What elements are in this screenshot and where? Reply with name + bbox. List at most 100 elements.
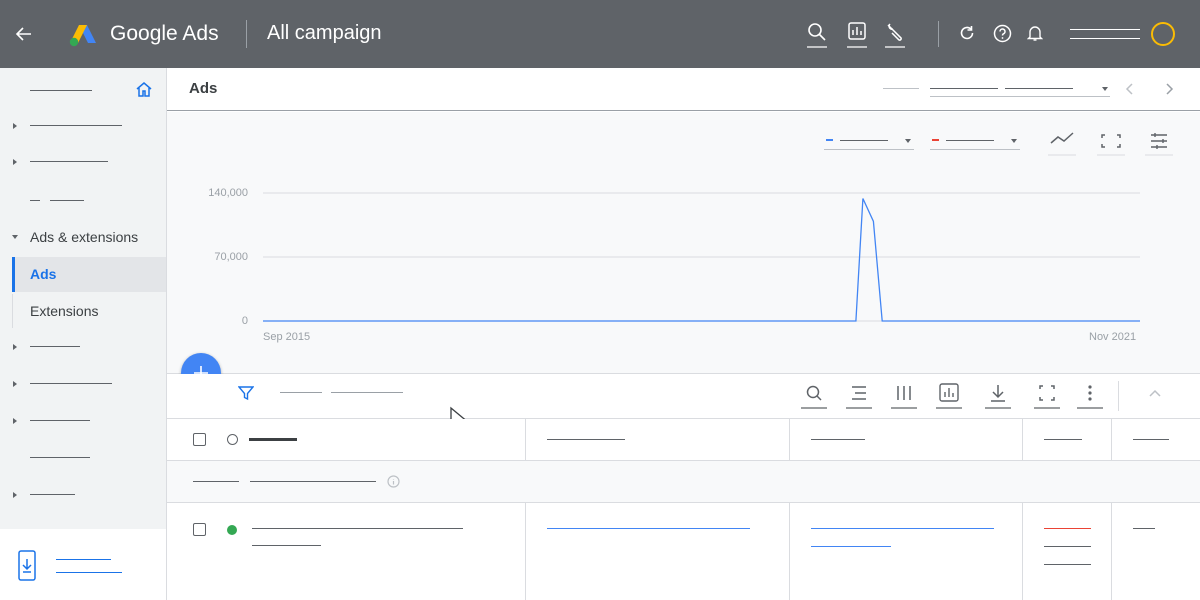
dropdown-arrow-icon: [905, 139, 911, 143]
download-icon[interactable]: [985, 383, 1011, 409]
filter-placeholder[interactable]: [331, 392, 403, 393]
home-icon[interactable]: [135, 81, 153, 98]
more-options-icon[interactable]: [1077, 383, 1103, 409]
filter-icon[interactable]: [238, 385, 254, 401]
chevron-up-icon[interactable]: [1148, 387, 1162, 399]
series-line-blue: [263, 199, 1140, 322]
table-toolbar: [167, 374, 1200, 419]
mobile-app-download-icon[interactable]: [17, 550, 37, 582]
info-icon[interactable]: [387, 475, 400, 488]
top-bar: Google Ads All campaign: [0, 0, 1200, 68]
y-tick-label: 140,000: [167, 187, 248, 199]
expand-chart-icon[interactable]: [1097, 130, 1125, 156]
sidebar-item-placeholder[interactable]: [30, 494, 75, 495]
metric-name-placeholder: [840, 140, 888, 141]
table-row[interactable]: [167, 503, 1200, 600]
sidebar-item-placeholder[interactable]: [50, 200, 84, 201]
segment-icon[interactable]: [846, 383, 872, 409]
app-link-placeholder[interactable]: [56, 559, 111, 560]
sidebar-item-placeholder[interactable]: [30, 346, 80, 347]
select-all-checkbox[interactable]: [193, 433, 206, 446]
x-tick-label: Nov 2021: [1089, 331, 1136, 343]
date-range-placeholder[interactable]: [1005, 88, 1073, 89]
expand-arrow-icon[interactable]: [13, 418, 17, 424]
toolbar-divider: [1118, 381, 1119, 411]
expand-arrow-icon[interactable]: [13, 381, 17, 387]
ad-link-placeholder[interactable]: [811, 528, 994, 529]
google-ads-logo: [69, 23, 97, 47]
wrench-icon[interactable]: [885, 22, 905, 48]
page-header: Ads: [167, 68, 1200, 111]
filter-placeholder[interactable]: [280, 392, 322, 393]
ad-text-placeholder[interactable]: [252, 528, 463, 529]
search-icon[interactable]: [801, 383, 827, 409]
sidebar-item-placeholder[interactable]: [30, 161, 108, 162]
header-divider: [246, 20, 247, 48]
status-enabled-dot[interactable]: [227, 525, 237, 535]
expand-arrow-icon[interactable]: [13, 123, 17, 129]
sidebar-item-placeholder[interactable]: [30, 457, 90, 458]
page-title: Ads: [189, 80, 217, 97]
chevron-right-icon[interactable]: [1163, 82, 1175, 96]
refresh-icon[interactable]: [958, 24, 976, 42]
brand-name: Google Ads: [110, 22, 219, 46]
sidebar-item-ads[interactable]: Ads: [12, 257, 166, 292]
status-placeholder: [1044, 564, 1091, 565]
total-label-placeholder: [193, 481, 239, 482]
y-tick-label: 70,000: [167, 251, 248, 263]
value-placeholder: [1133, 528, 1155, 529]
ad-link-placeholder[interactable]: [547, 528, 750, 529]
sidebar: Ads & extensions Ads Extensions: [0, 68, 166, 529]
expand-arrow-icon[interactable]: [13, 492, 17, 498]
sidebar-item-placeholder[interactable]: [30, 90, 92, 91]
sidebar-item-placeholder[interactable]: [30, 420, 90, 421]
account-name-placeholder[interactable]: [1070, 29, 1140, 39]
column-header[interactable]: [547, 439, 625, 440]
row-checkbox[interactable]: [193, 523, 206, 536]
chart-settings-icon[interactable]: [1145, 130, 1173, 156]
expand-arrow-icon[interactable]: [13, 344, 17, 350]
page-context-title[interactable]: All campaign: [267, 22, 382, 45]
sidebar-section-ads-extensions[interactable]: Ads & extensions: [30, 229, 138, 245]
chart-type-line-icon[interactable]: [1048, 130, 1076, 156]
total-label-placeholder: [250, 481, 376, 482]
series-color-swatch: [826, 139, 833, 141]
back-arrow-icon[interactable]: [14, 24, 34, 44]
expand-table-icon[interactable]: [1034, 383, 1060, 409]
chevron-left-icon[interactable]: [1124, 82, 1136, 96]
collapse-arrow-icon[interactable]: [12, 235, 18, 239]
date-range-underline[interactable]: [930, 96, 1110, 97]
line-chart: [263, 187, 1140, 327]
table-header-row: [167, 419, 1200, 460]
sidebar-footer: [0, 529, 166, 600]
metric-selector-blue[interactable]: [824, 132, 914, 150]
date-range-placeholder: [883, 88, 919, 89]
column-header[interactable]: [811, 439, 865, 440]
avatar[interactable]: [1151, 22, 1175, 46]
columns-icon[interactable]: [891, 383, 917, 409]
column-header-ad[interactable]: [249, 438, 297, 441]
sidebar-item-placeholder[interactable]: [30, 200, 40, 201]
sidebar-item-placeholder[interactable]: [30, 383, 112, 384]
sidebar-item-label: Ads: [30, 266, 56, 282]
ad-link-placeholder[interactable]: [811, 546, 891, 547]
column-header[interactable]: [1044, 439, 1082, 440]
reports-icon[interactable]: [847, 22, 867, 48]
sidebar-item-extensions[interactable]: Extensions: [12, 294, 166, 328]
app-link-placeholder[interactable]: [56, 572, 122, 573]
column-header[interactable]: [1133, 439, 1169, 440]
table-total-row: [167, 461, 1200, 502]
sidebar-item-placeholder[interactable]: [30, 125, 122, 126]
ad-text-placeholder: [252, 545, 321, 546]
metric-selector-red[interactable]: [930, 132, 1020, 150]
status-column-icon[interactable]: [227, 434, 238, 445]
search-icon[interactable]: [807, 22, 827, 48]
expand-arrow-icon[interactable]: [13, 159, 17, 165]
metric-name-placeholder: [946, 140, 994, 141]
bell-icon[interactable]: [1027, 24, 1043, 42]
y-tick-label: 0: [167, 315, 248, 327]
reports-icon[interactable]: [936, 383, 962, 409]
date-range-placeholder[interactable]: [930, 88, 998, 89]
date-dropdown-arrow-icon[interactable]: [1102, 87, 1108, 91]
help-icon[interactable]: [993, 24, 1012, 43]
